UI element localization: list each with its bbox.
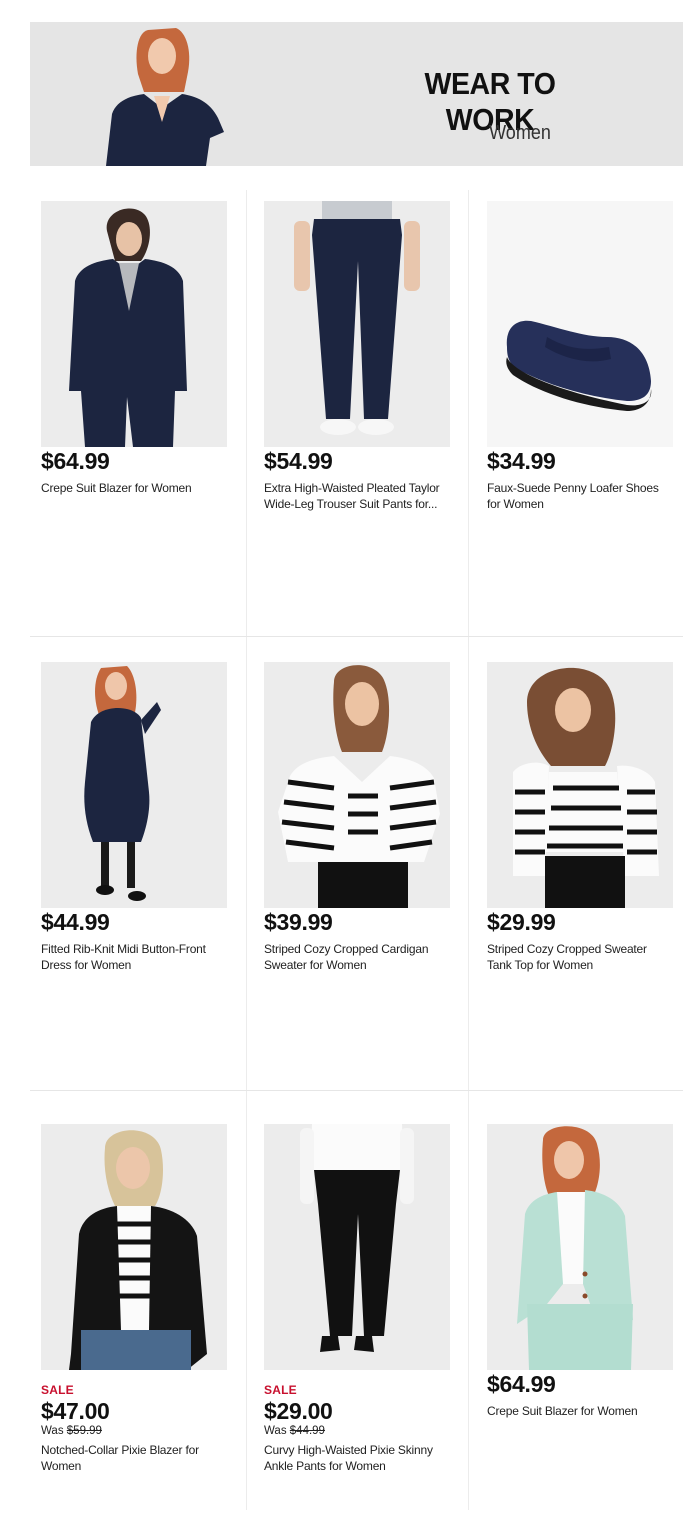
product-card[interactable]: $54.99 Extra High-Waisted Pleated Taylor… [264, 201, 450, 512]
banner-subtitle: Women [489, 122, 551, 144]
product-price: $64.99 [487, 1371, 556, 1397]
product-image[interactable] [41, 662, 227, 908]
was-prefix: Was [41, 1425, 67, 1437]
product-image[interactable] [41, 201, 227, 447]
product-card[interactable]: $64.99 Crepe Suit Blazer for Women [41, 201, 227, 496]
product-card[interactable]: $39.99 Striped Cozy Cropped Cardigan Swe… [264, 662, 450, 973]
product-name[interactable]: Crepe Suit Blazer for Women [487, 1403, 673, 1419]
product-image[interactable] [487, 662, 673, 908]
product-image[interactable] [264, 662, 450, 908]
product-card[interactable]: $34.99 Faux-Suede Penny Loafer Shoes for… [487, 201, 673, 512]
product-price: $64.99 [41, 448, 110, 474]
product-name[interactable]: Curvy High-Waisted Pixie Skinny Ankle Pa… [264, 1442, 450, 1474]
banner-model-image [106, 28, 224, 166]
product-card[interactable]: $64.99 Crepe Suit Blazer for Women [487, 1124, 673, 1419]
row-divider [30, 1090, 683, 1091]
product-card[interactable]: SALE $47.00 Was $59.99 Notched-Collar Pi… [41, 1124, 227, 1474]
was-price: Was $59.99 [41, 1425, 227, 1438]
wear-to-work-banner[interactable]: WEAR TO WORK Women [30, 22, 683, 166]
product-name[interactable]: Striped Cozy Cropped Sweater Tank Top fo… [487, 941, 673, 973]
sale-label: SALE [41, 1383, 74, 1397]
product-image[interactable] [487, 201, 673, 447]
product-price: $39.99 [264, 909, 333, 935]
product-price: $47.00 [41, 1398, 110, 1424]
original-price: $44.99 [289, 1425, 325, 1437]
product-price: $34.99 [487, 448, 556, 474]
row-divider [30, 636, 683, 637]
product-name[interactable]: Striped Cozy Cropped Cardigan Sweater fo… [264, 941, 450, 973]
product-price: $29.99 [487, 909, 556, 935]
product-card[interactable]: $29.99 Striped Cozy Cropped Sweater Tank… [487, 662, 673, 973]
product-image[interactable] [264, 1124, 450, 1370]
product-price: $44.99 [41, 909, 110, 935]
product-image[interactable] [264, 201, 450, 447]
product-name[interactable]: Crepe Suit Blazer for Women [41, 480, 227, 496]
product-name[interactable]: Notched-Collar Pixie Blazer for Women [41, 1442, 227, 1474]
product-price: $29.00 [264, 1398, 333, 1424]
product-card[interactable]: $44.99 Fitted Rib-Knit Midi Button-Front… [41, 662, 227, 973]
sale-label: SALE [264, 1383, 297, 1397]
product-name[interactable]: Fitted Rib-Knit Midi Button-Front Dress … [41, 941, 227, 973]
product-name[interactable]: Extra High-Waisted Pleated Taylor Wide-L… [264, 480, 450, 512]
column-divider [468, 190, 469, 1510]
product-image[interactable] [487, 1124, 673, 1370]
was-prefix: Was [264, 1425, 290, 1437]
product-price: $54.99 [264, 448, 333, 474]
product-card[interactable]: SALE $29.00 Was $44.99 Curvy High-Waiste… [264, 1124, 450, 1474]
was-price: Was $44.99 [264, 1425, 450, 1438]
column-divider [246, 190, 247, 1510]
original-price: $59.99 [66, 1425, 102, 1437]
product-name[interactable]: Faux-Suede Penny Loafer Shoes for Women [487, 480, 673, 512]
product-image[interactable] [41, 1124, 227, 1370]
